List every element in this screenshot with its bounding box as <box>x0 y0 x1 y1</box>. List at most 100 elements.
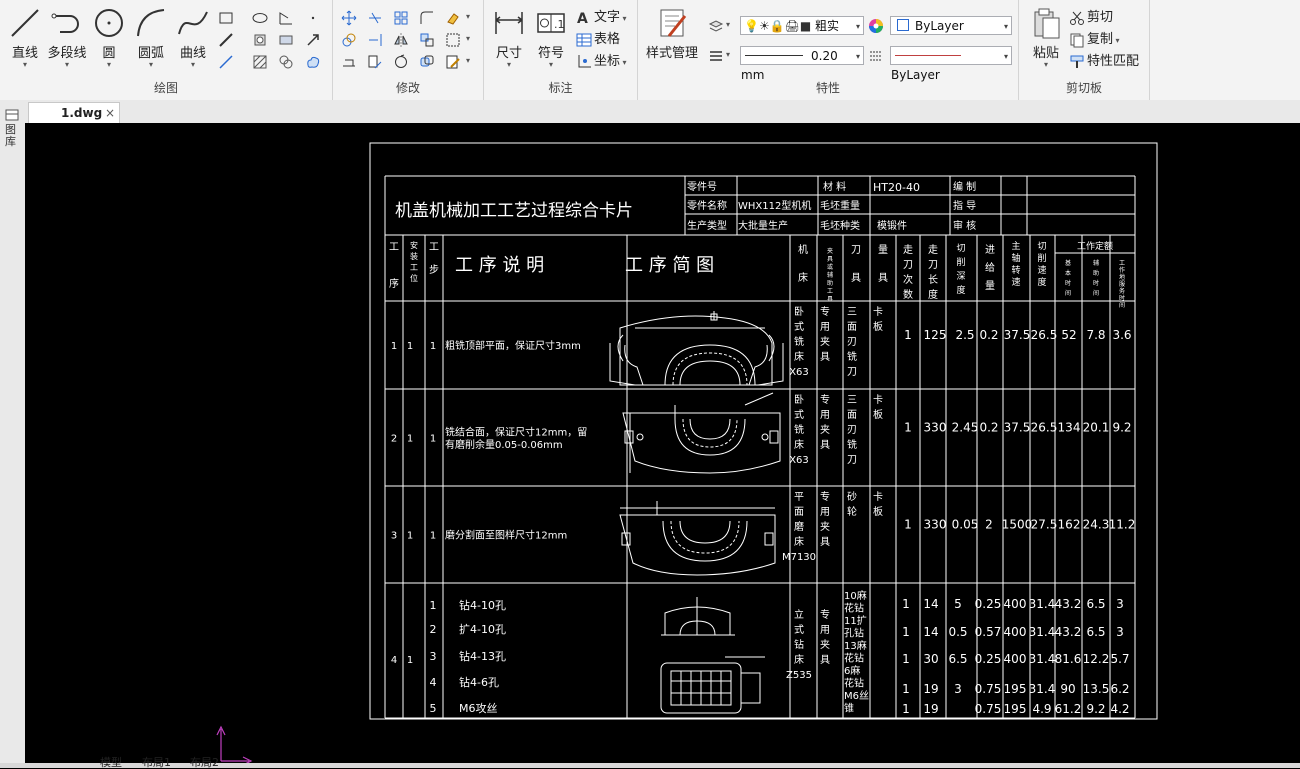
hdr-part-name-val: WHX112型机机 <box>738 199 811 212</box>
text-button[interactable]: A 文字 ▾ <box>576 8 627 28</box>
hdr-part-no: 零件号 <box>687 181 717 193</box>
coordinate-button[interactable]: 坐标 ▾ <box>576 52 627 72</box>
dimension-dropdown-icon[interactable]: ▾ <box>486 61 532 69</box>
arrow-icon[interactable] <box>305 32 321 48</box>
op-machine: 卧 <box>794 393 804 406</box>
tab-1-dwg[interactable]: 1.dwg × <box>28 102 120 123</box>
scale-icon[interactable] <box>367 54 383 70</box>
symbol-dropdown-icon[interactable]: ▾ <box>528 61 574 69</box>
polyline-button[interactable]: 多段线 ▾ <box>44 6 90 76</box>
extend-icon[interactable] <box>367 32 383 48</box>
offset-icon[interactable] <box>419 54 435 70</box>
lineweight-dropdown-icon[interactable]: ▾ <box>726 50 730 59</box>
paste-dropdown-icon[interactable]: ▾ <box>1023 61 1069 69</box>
op-value: 162 <box>1058 518 1081 532</box>
circle-button[interactable]: 圆 ▾ <box>86 6 132 76</box>
array-icon[interactable] <box>393 10 409 26</box>
construction-line-icon[interactable] <box>218 54 234 70</box>
point-icon[interactable] <box>305 10 321 26</box>
region-icon[interactable] <box>252 32 268 48</box>
color-dropdown-icon[interactable]: ▾ <box>1004 17 1008 36</box>
col-quota: 工作定额 <box>1077 240 1113 252</box>
op4-desc: 扩4-10孔 <box>459 622 506 636</box>
op4-cutter: 花钻 <box>844 602 864 615</box>
match-properties-button[interactable]: 特性匹配 <box>1069 52 1139 72</box>
select-dropdown-icon[interactable]: ▾ <box>466 34 470 43</box>
trim-icon[interactable] <box>367 10 383 26</box>
arc-button[interactable]: 圆弧 ▾ <box>128 6 174 76</box>
op4-value: 9.2 <box>1086 702 1105 716</box>
wipeout-icon[interactable] <box>278 32 294 48</box>
edit-dropdown-icon[interactable]: ▾ <box>466 56 470 65</box>
lineweight-icon[interactable] <box>708 48 724 64</box>
eraser-icon[interactable] <box>445 10 461 26</box>
explode-icon[interactable] <box>419 32 435 48</box>
color-wheel-icon[interactable] <box>868 18 884 34</box>
layer-manager-icon[interactable] <box>708 18 724 34</box>
drawing-canvas[interactable]: 机盖机械加工工艺过程综合卡片 零件号 零件名称 WHX112型机机 生产类型 大批量生产 材… <box>25 123 1300 763</box>
op-value: 37.5 <box>1004 421 1031 435</box>
line-dropdown-icon[interactable]: ▾ <box>2 61 48 69</box>
dimension-button[interactable]: 尺寸 ▾ <box>486 6 532 76</box>
library-label[interactable]: 图库 <box>5 124 19 148</box>
op-value: 7.8 <box>1086 328 1105 342</box>
stretch-icon[interactable] <box>341 54 357 70</box>
layer-dropdown-icon[interactable]: ▾ <box>856 17 860 36</box>
symbol-label: 符号 <box>537 46 564 61</box>
op4-setup: 1 <box>407 655 413 666</box>
layer-manager-dropdown-icon[interactable]: ▾ <box>726 20 730 29</box>
boundary-icon[interactable] <box>278 54 294 70</box>
op-value: 330 <box>924 421 947 435</box>
ellipse-icon[interactable] <box>252 10 268 26</box>
copy-dropdown-icon[interactable]: ▾ <box>1113 36 1120 45</box>
col-step: 步 <box>429 264 439 276</box>
polyline-dropdown-icon[interactable]: ▾ <box>44 61 90 69</box>
select-icon[interactable] <box>445 32 461 48</box>
spline-dropdown-icon[interactable]: ▾ <box>170 61 216 69</box>
style-manager-button[interactable]: 样式管理 <box>644 6 700 76</box>
lineweight-value: 0.20 mm <box>741 49 838 82</box>
drawing-svg[interactable]: 机盖机械加工工艺过程综合卡片 零件号零件名称 WHX112型机机生产类型 大批量生产 材… <box>25 123 1300 763</box>
tab-model[interactable]: 模型 <box>100 757 122 768</box>
lineweight-sample <box>745 55 803 56</box>
linetype-combo[interactable]: ByLayer ▾ <box>890 46 1012 82</box>
lineweight-value-dropdown-icon[interactable]: ▾ <box>856 47 860 66</box>
rotate-icon[interactable] <box>393 54 409 70</box>
mirror-icon[interactable] <box>393 32 409 48</box>
rectangle-icon[interactable] <box>218 10 234 26</box>
symbol-button[interactable]: .1 符号 ▾ <box>528 6 574 76</box>
edit-icon[interactable] <box>445 54 461 70</box>
hatch-icon[interactable] <box>252 54 268 70</box>
move-icon[interactable] <box>341 10 357 26</box>
lineweight-combo[interactable]: 0.20 mm ▾ <box>740 46 864 82</box>
linetype-icon[interactable] <box>868 48 884 64</box>
linetype-dropdown-icon[interactable]: ▾ <box>1004 47 1008 66</box>
line-button[interactable]: 直线 ▾ <box>2 6 48 76</box>
col-gauge: 具 <box>878 272 888 284</box>
paste-button[interactable]: 粘贴 ▾ <box>1023 6 1069 76</box>
eraser-dropdown-icon[interactable]: ▾ <box>466 12 470 21</box>
text-dropdown-icon[interactable]: ▾ <box>620 14 627 23</box>
op-cutter: 铣 <box>847 350 857 363</box>
layer-combo[interactable]: 💡☀🔒🖨■ 粗实 ▾ <box>740 16 864 35</box>
fillet-icon[interactable] <box>419 10 435 26</box>
library-icon[interactable] <box>5 108 19 122</box>
revision-cloud-icon[interactable] <box>305 54 321 70</box>
angle-icon[interactable] <box>278 10 294 26</box>
circle-dropdown-icon[interactable]: ▾ <box>86 61 132 69</box>
spline-button[interactable]: 曲线 ▾ <box>170 6 216 76</box>
cut-button[interactable]: 剪切 <box>1069 8 1113 28</box>
tab-layout1[interactable]: 布局1 <box>142 757 171 768</box>
close-icon[interactable]: × <box>105 103 115 124</box>
op4-cutter: 花钻 <box>844 677 864 690</box>
table-button[interactable]: 表格 <box>576 30 620 50</box>
circle-icon <box>95 9 123 37</box>
op-gauge: 卡 <box>873 393 883 406</box>
tab-layout2[interactable]: 布局2 <box>190 757 219 768</box>
color-combo[interactable]: ByLayer ▾ <box>890 16 1012 35</box>
copy-object-icon[interactable] <box>341 32 357 48</box>
coordinate-dropdown-icon[interactable]: ▾ <box>620 58 627 67</box>
pen-icon[interactable] <box>218 32 234 48</box>
arc-dropdown-icon[interactable]: ▾ <box>128 61 174 69</box>
copy-button[interactable]: 复制 ▾ <box>1069 30 1120 50</box>
